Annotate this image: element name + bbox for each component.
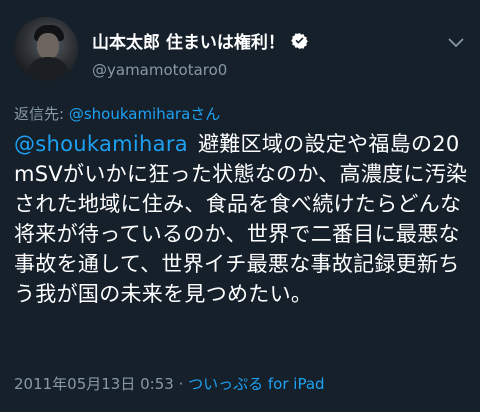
meta-separator: · xyxy=(173,375,189,393)
reply-mention-link[interactable]: @shoukamiharaさん xyxy=(69,105,220,123)
tweet-text: @shoukamihara 避難区域の設定や福島の20mSVがいかに狂った状態なの… xyxy=(14,129,470,309)
tweet-mention-link[interactable]: @shoukamihara xyxy=(14,132,188,156)
author-avatar[interactable] xyxy=(14,17,78,81)
verified-badge-icon xyxy=(291,33,308,49)
display-name-text: 山本太郎 住まいは権利！ xyxy=(92,33,285,53)
author-handle[interactable]: @yamamototaro0 xyxy=(92,61,227,79)
tweet-content: 避難区域の設定や福島の20mSVがいかに狂った状態なのか、高濃度に汚染された地域… xyxy=(14,132,468,306)
tweet-source-link[interactable]: ついっぷる for iPad xyxy=(188,375,324,393)
avatar-face xyxy=(37,33,59,59)
tweet-timestamp[interactable]: 2011年05月13日 0:53 xyxy=(14,375,174,393)
reply-prefix: 返信先: xyxy=(14,105,69,123)
avatar-body xyxy=(26,57,70,81)
chevron-down-icon[interactable] xyxy=(448,38,464,48)
reply-context: 返信先: @shoukamiharaさん xyxy=(14,103,220,124)
author-display-name[interactable]: 山本太郎 住まいは権利！ xyxy=(92,28,308,53)
tweet-meta: 2011年05月13日 0:53 · ついっぷる for iPad xyxy=(14,373,325,394)
